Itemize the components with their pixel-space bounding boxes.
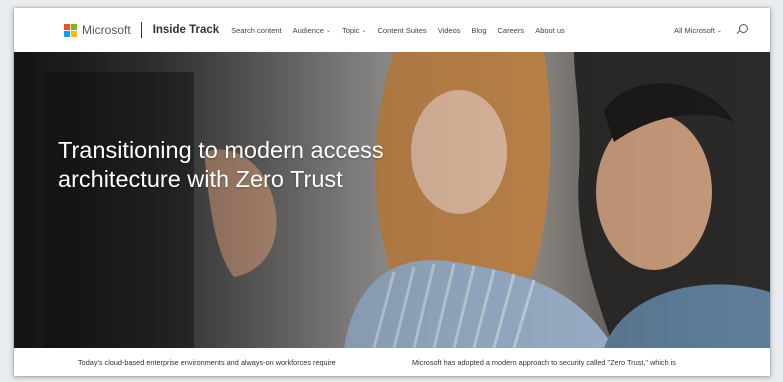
- nav-careers[interactable]: Careers: [498, 26, 525, 35]
- site-name-link[interactable]: Inside Track: [153, 24, 219, 36]
- intro-text-right: Microsoft has adopted a modern approach …: [412, 358, 676, 367]
- site-header: Microsoft Inside Track Search content Au…: [14, 8, 770, 52]
- nav-search-content[interactable]: Search content: [231, 26, 281, 35]
- microsoft-logo[interactable]: Microsoft: [64, 23, 131, 37]
- hero-title: Transitioning to modern access architect…: [58, 137, 384, 192]
- header-right: All Microsoft ⌄: [674, 8, 748, 52]
- intro-section: Today's cloud-based enterprise environme…: [14, 348, 770, 376]
- all-microsoft-menu[interactable]: All Microsoft ⌄: [674, 26, 722, 35]
- microsoft-logo-icon: [64, 23, 77, 37]
- chevron-down-icon: ⌄: [325, 27, 331, 34]
- chevron-down-icon: ⌄: [716, 27, 722, 34]
- main-nav: Search content Audience ⌄ Topic ⌄ Content …: [231, 26, 576, 35]
- header-divider: [140, 22, 142, 38]
- intro-text-left: Today's cloud-based enterprise environme…: [78, 358, 336, 367]
- browser-page: Microsoft Inside Track Search content Au…: [14, 8, 770, 376]
- logo-text: Microsoft: [82, 23, 131, 37]
- nav-videos[interactable]: Videos: [438, 26, 461, 35]
- nav-audience[interactable]: Audience ⌄: [293, 26, 331, 35]
- nav-content-suites[interactable]: Content Suites: [377, 26, 426, 35]
- chevron-down-icon: ⌄: [361, 27, 367, 34]
- search-icon[interactable]: [736, 24, 748, 36]
- nav-topic[interactable]: Topic ⌄: [342, 26, 367, 35]
- hero-banner: Transitioning to modern access architect…: [14, 52, 770, 348]
- nav-about-us[interactable]: About us: [535, 26, 565, 35]
- hero-image: [14, 52, 770, 348]
- nav-blog[interactable]: Blog: [471, 26, 486, 35]
